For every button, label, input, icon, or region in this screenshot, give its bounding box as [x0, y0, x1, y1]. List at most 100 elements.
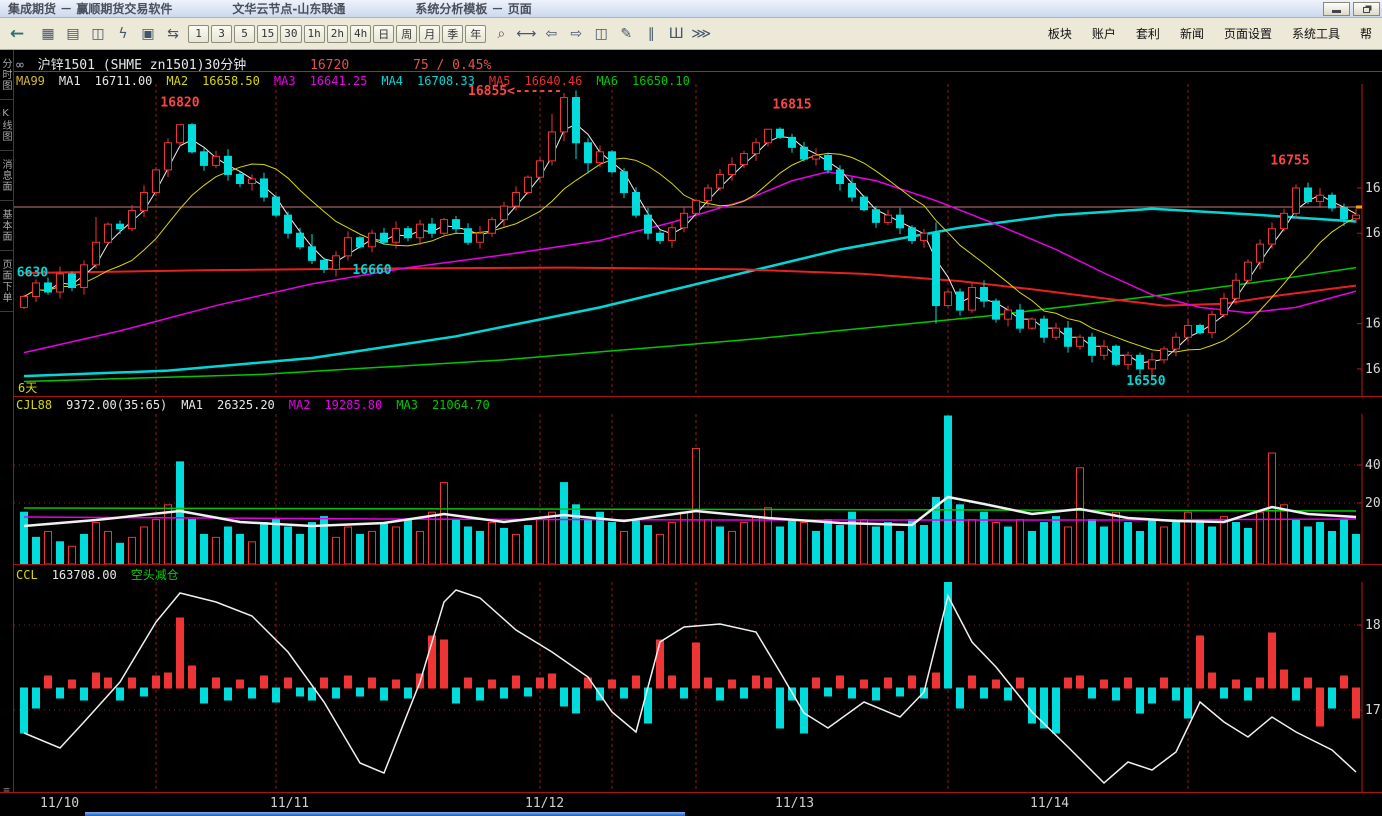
sidebar-tab-页面下单[interactable]: 页面下单 [0, 251, 13, 312]
quote-table-icon[interactable]: ▦ [37, 23, 59, 45]
svg-text:16755: 16755 [1270, 153, 1309, 168]
indicator-segment: 163708.00 [52, 568, 117, 582]
period-button-1[interactable]: 1 [188, 25, 209, 43]
search-icon[interactable]: ⌕ [490, 23, 512, 45]
price-change: 75 / 0.45% [413, 58, 491, 73]
main-chart-canvas[interactable]: 161616161682016855<------168151675566301… [14, 84, 1382, 396]
date-label: 11/12 [525, 796, 564, 811]
menu-item-帮[interactable]: 帮 [1360, 25, 1372, 42]
ma-segment: MA3 [274, 74, 296, 88]
period-button-年[interactable]: 年 [465, 25, 486, 43]
ma-segment: MA1 [59, 74, 81, 88]
menu-item-板块[interactable]: 板块 [1048, 25, 1072, 42]
date-label: 11/14 [1030, 796, 1069, 811]
svg-text:18: 18 [1365, 618, 1381, 633]
restore-button[interactable] [1353, 2, 1380, 16]
svg-text:16550: 16550 [1126, 374, 1165, 389]
restore-icon [1363, 7, 1370, 13]
split-view-icon[interactable]: ◫ [590, 23, 612, 45]
date-label: 11/13 [775, 796, 814, 811]
ma-values-row: MA99MA116711.00MA216658.50MA316641.25MA4… [16, 74, 704, 88]
last-price: 16720 [310, 58, 349, 73]
ccl-chart-canvas[interactable]: 1817 [14, 582, 1382, 792]
titlebar-node-label: 文华云节点-山东联通 [232, 0, 345, 17]
ruler-icon[interactable]: Ш [665, 23, 687, 45]
period-button-月[interactable]: 月 [419, 25, 440, 43]
ccl-panel-header: CCL163708.00空头减仓 [16, 566, 193, 583]
window-title: 集成期货 － 赢顺期货交易软件 [8, 0, 172, 17]
menu-item-账户[interactable]: 账户 [1092, 25, 1116, 42]
sidebar-tab-分时图[interactable]: 分时图 [0, 50, 13, 100]
lightning-icon[interactable]: ϟ [112, 23, 134, 45]
svg-text:6630: 6630 [17, 266, 48, 281]
minimize-button[interactable] [1323, 2, 1350, 16]
ma-segment: 16640.46 [525, 74, 583, 88]
symbol-title: 沪锌1501 (SHME zn1501)30分钟 [38, 58, 247, 73]
toolbar-right-group: ⌕⟷⇦⇨◫✎∥Ш⋙ [490, 23, 712, 45]
measure-icon[interactable]: ⟷ [515, 23, 537, 45]
titlebar-template-label: 系统分析模板 － 页面 [415, 0, 531, 17]
ma-segment: MA5 [489, 74, 511, 88]
svg-text:16: 16 [1365, 362, 1381, 377]
indicator-segment: 19285.80 [324, 398, 382, 412]
svg-text:16815: 16815 [772, 97, 811, 112]
indicator-segment: MA3 [396, 398, 418, 412]
candlestick-chart-icon[interactable]: ◫ [87, 23, 109, 45]
more-tools-icon[interactable]: ⋙ [690, 23, 712, 45]
svg-text:16: 16 [1365, 317, 1381, 332]
ma-segment: 16650.10 [632, 74, 690, 88]
prev-page-icon[interactable]: ⇦ [540, 23, 562, 45]
ma-segment: MA99 [16, 74, 45, 88]
period-button-日[interactable]: 日 [373, 25, 394, 43]
line-chart-icon[interactable]: ▤ [62, 23, 84, 45]
trading-app-window: { "titlebar": { "title": "集成期货 － 赢顺期货交易软… [0, 0, 1382, 816]
svg-text:20: 20 [1365, 496, 1381, 511]
period-button-30[interactable]: 30 [280, 25, 301, 43]
refresh-icon[interactable]: ⇆ [162, 23, 184, 45]
bottom-progress-strip [85, 812, 685, 816]
svg-text:17: 17 [1365, 703, 1381, 718]
svg-text:16660: 16660 [352, 263, 391, 278]
next-page-icon[interactable]: ⇨ [565, 23, 587, 45]
period-button-1h[interactable]: 1h [304, 25, 325, 43]
period-button-季[interactable]: 季 [442, 25, 463, 43]
indicator-segment: 空头减仓 [131, 568, 179, 582]
indicator-segment: CJL88 [16, 398, 52, 412]
period-button-15[interactable]: 15 [257, 25, 278, 43]
ma-segment: MA4 [381, 74, 403, 88]
period-button-5[interactable]: 5 [234, 25, 255, 43]
menu-item-新闻[interactable]: 新闻 [1180, 25, 1204, 42]
indicator-segment: MA2 [289, 398, 311, 412]
back-icon[interactable]: ← [6, 23, 28, 45]
main-toolbar: ←▦▤◫ϟ▣⇆ 13515301h2h4h日周月季年 ⌕⟷⇦⇨◫✎∥Ш⋙ 板块账… [0, 18, 1382, 50]
indicator-segment: 21064.70 [432, 398, 490, 412]
date-label: 11/10 [40, 796, 79, 811]
sidebar-tab-消息面[interactable]: 消息面 [0, 151, 13, 201]
ma-segment: 16658.50 [202, 74, 260, 88]
chart-header-row: ∞ 沪锌1501 (SHME zn1501)30分钟 16720 75 / 0.… [16, 54, 491, 73]
sidebar-tab-基本面[interactable]: 基本面 [0, 201, 13, 251]
menu-item-页面设置[interactable]: 页面设置 [1224, 25, 1272, 42]
save-icon[interactable]: ▣ [137, 23, 159, 45]
ma-segment: MA2 [166, 74, 188, 88]
period-button-周[interactable]: 周 [396, 25, 417, 43]
parallel-lines-icon[interactable]: ∥ [640, 23, 662, 45]
volume-panel-header: CJL889372.00(35:65)MA126325.20MA219285.8… [16, 398, 504, 412]
draw-line-icon[interactable]: ✎ [615, 23, 637, 45]
toolbar-menu: 板块 账户 套利 新闻 页面设置 系统工具 帮 [1048, 25, 1376, 42]
toolbar-left-group: ← ▦▤◫ϟ▣⇆ [6, 23, 184, 45]
period-button-4h[interactable]: 4h [350, 25, 371, 43]
svg-text:16: 16 [1365, 226, 1381, 241]
volume-chart-canvas[interactable]: 40 20 [14, 414, 1382, 564]
period-button-2h[interactable]: 2h [327, 25, 348, 43]
svg-text:40: 40 [1365, 458, 1381, 473]
window-titlebar[interactable]: 集成期货 － 赢顺期货交易软件 文华云节点-山东联通 系统分析模板 － 页面 [0, 0, 1382, 18]
svg-text:16820: 16820 [160, 96, 199, 111]
minimize-icon [1332, 10, 1341, 13]
sidebar-tab-K线图[interactable]: K线图 [0, 100, 13, 151]
ma-segment: 16711.00 [95, 74, 153, 88]
menu-item-系统工具[interactable]: 系统工具 [1292, 25, 1340, 42]
period-button-3[interactable]: 3 [211, 25, 232, 43]
link-icon: ∞ [16, 58, 24, 73]
menu-item-套利[interactable]: 套利 [1136, 25, 1160, 42]
